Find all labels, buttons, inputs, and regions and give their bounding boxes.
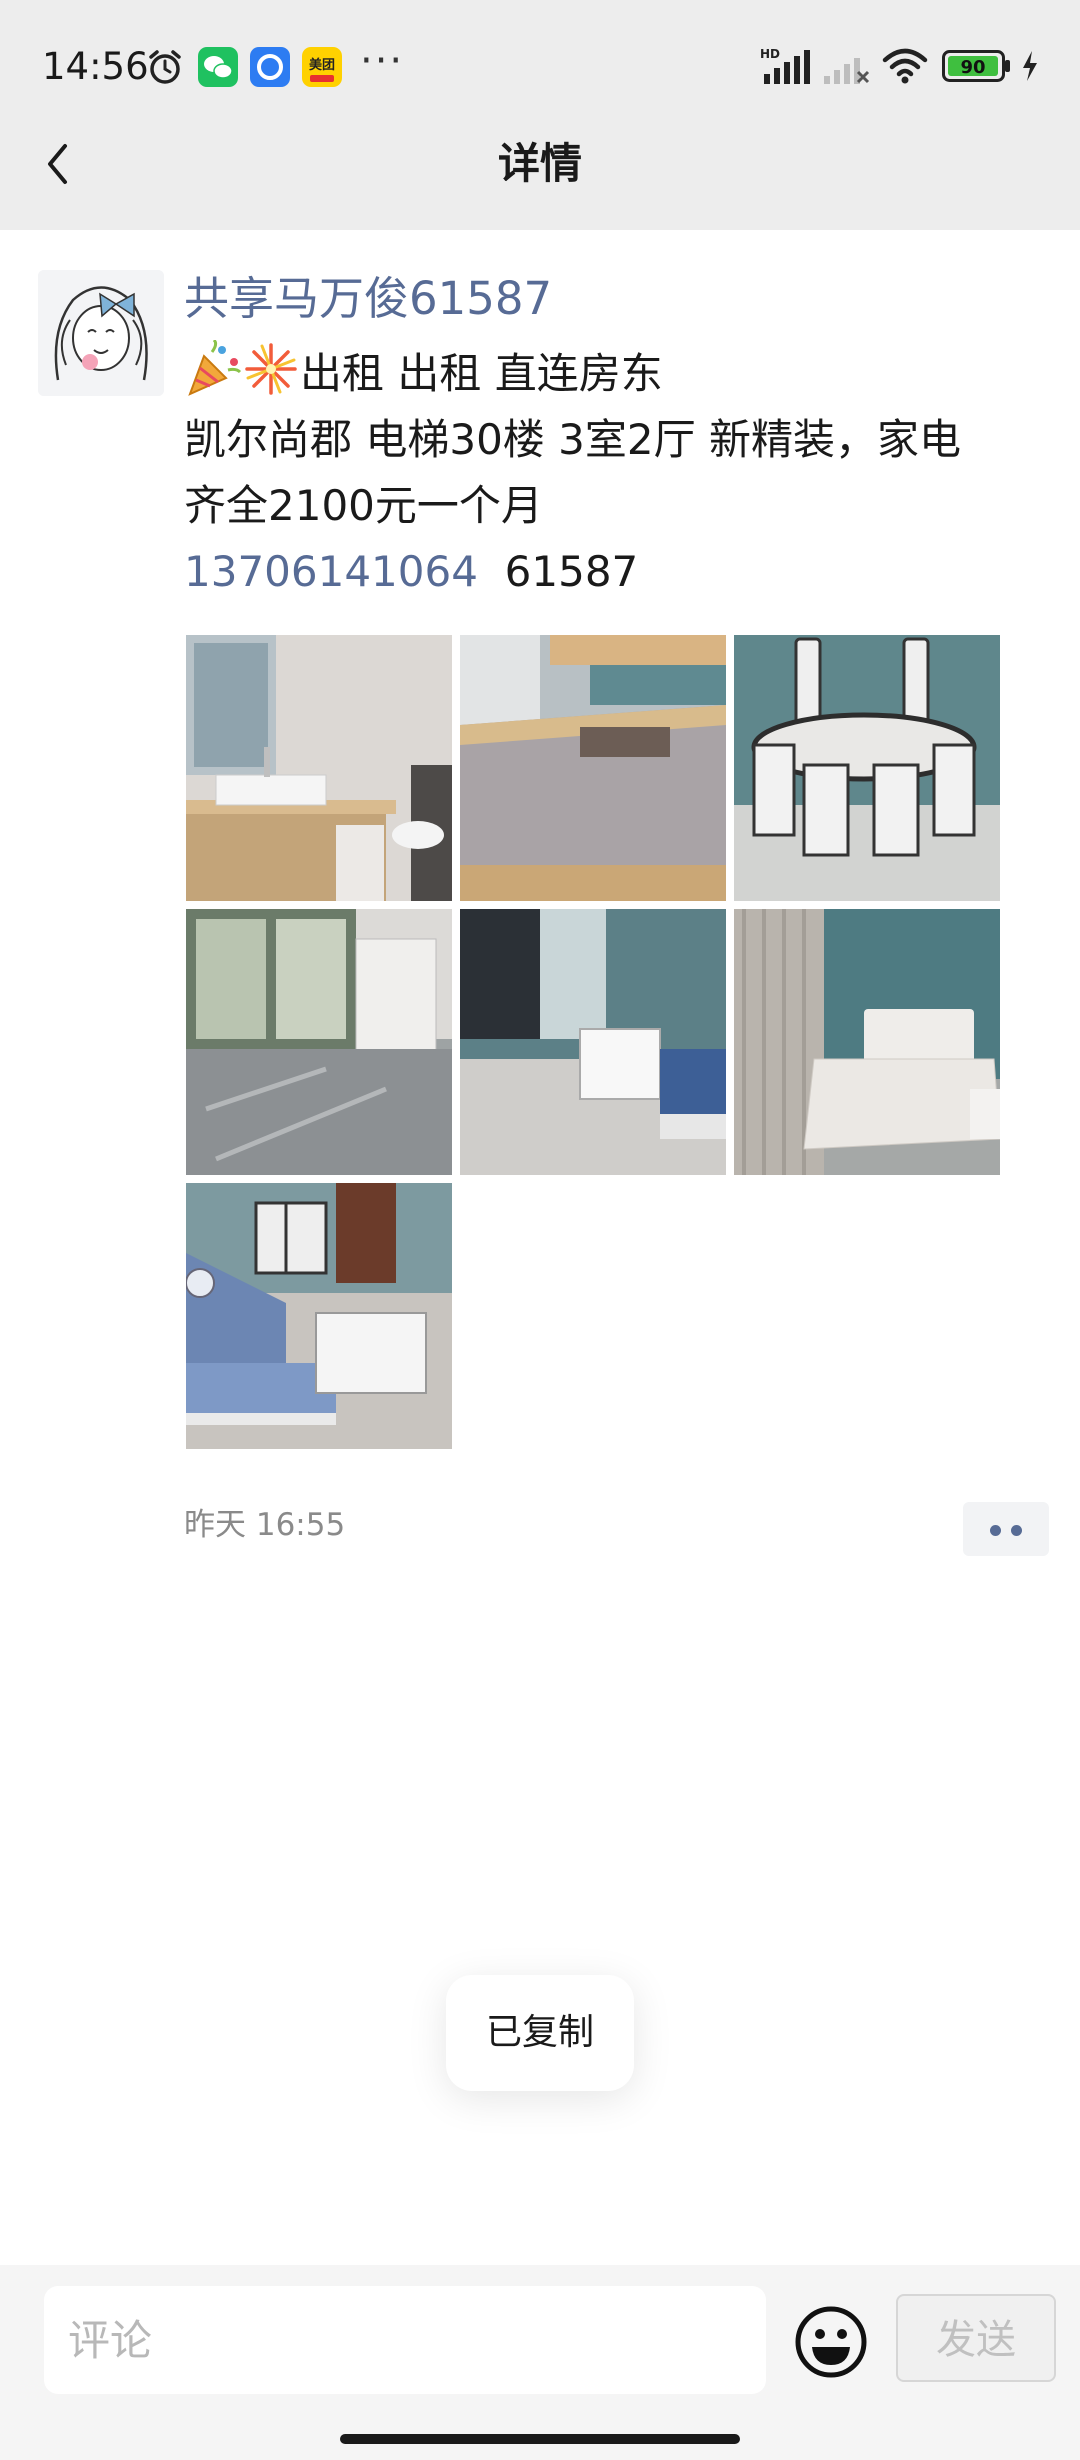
wifi-icon [882, 48, 928, 84]
comment-input[interactable] [44, 2286, 766, 2394]
page-title: 详情 [497, 139, 582, 188]
status-bar: 14:56 美团 ··· HD 90 [0, 0, 1080, 135]
post-line-2: 凯尔尚郡 电梯30楼 3室2厅 新精装，家电 [184, 415, 961, 464]
cell-signal-icon: HD [760, 47, 810, 84]
send-button[interactable]: 发送 [896, 2294, 1056, 2382]
author-name[interactable]: 共享马万俊61587 [184, 268, 552, 330]
post-line-3: 齐全2100元一个月 [184, 481, 543, 530]
author-avatar[interactable] [38, 270, 164, 396]
meituan-icon: 美团 [302, 47, 342, 87]
post-line-4: 13706141064 61587 [184, 539, 1044, 605]
party-popper-icon [188, 340, 242, 396]
overflow-dots: ··· [360, 38, 405, 84]
photo-bed-frame[interactable] [734, 909, 1000, 1175]
more-dot-right [1011, 1525, 1022, 1536]
charging-bolt-icon [1023, 51, 1037, 81]
photo-bathroom-sink[interactable] [186, 635, 452, 901]
home-indicator [340, 2434, 740, 2444]
phone-link[interactable]: 13706141064 [184, 547, 478, 596]
alarm-icon [149, 50, 181, 84]
battery-level: 90 [960, 57, 985, 78]
photo-balcony-cabinet[interactable] [186, 909, 452, 1175]
post-line-1: 出租 出租 直连房东 [184, 340, 1044, 407]
photo-mattress[interactable] [460, 635, 726, 901]
more-dot-left [990, 1525, 1001, 1536]
photo-sofa-dining[interactable] [186, 1183, 452, 1449]
photo-dining-table[interactable] [734, 635, 1000, 901]
battery-icon: 90 [942, 50, 1010, 82]
avatar-illustration [38, 270, 164, 396]
post-line-1-text: 出租 出租 直连房东 [300, 349, 663, 398]
cell-signal-2-icon [824, 58, 870, 84]
hd-label: HD [760, 47, 780, 61]
copied-toast: 已复制 [446, 1975, 634, 2091]
more-actions-button[interactable] [963, 1502, 1049, 1556]
post-timestamp: 昨天 16:55 [184, 1507, 346, 1543]
fireworks-icon [245, 343, 297, 395]
photo-living-room[interactable] [460, 909, 726, 1175]
meituan-badge-text: 美团 [309, 57, 335, 73]
top-bar: 14:56 美团 ··· HD 90 详情 [0, 0, 1080, 230]
status-time: 14:56 [42, 45, 149, 88]
post-text: 出租 出租 直连房东 凯尔尚郡 电梯30楼 3室2厅 新精装，家电 齐全2100… [184, 340, 1044, 605]
app-blue-icon [250, 47, 290, 87]
emoji-picker-icon[interactable] [794, 2305, 868, 2379]
post-code: 61587 [504, 547, 639, 596]
wechat-icon [198, 47, 238, 87]
